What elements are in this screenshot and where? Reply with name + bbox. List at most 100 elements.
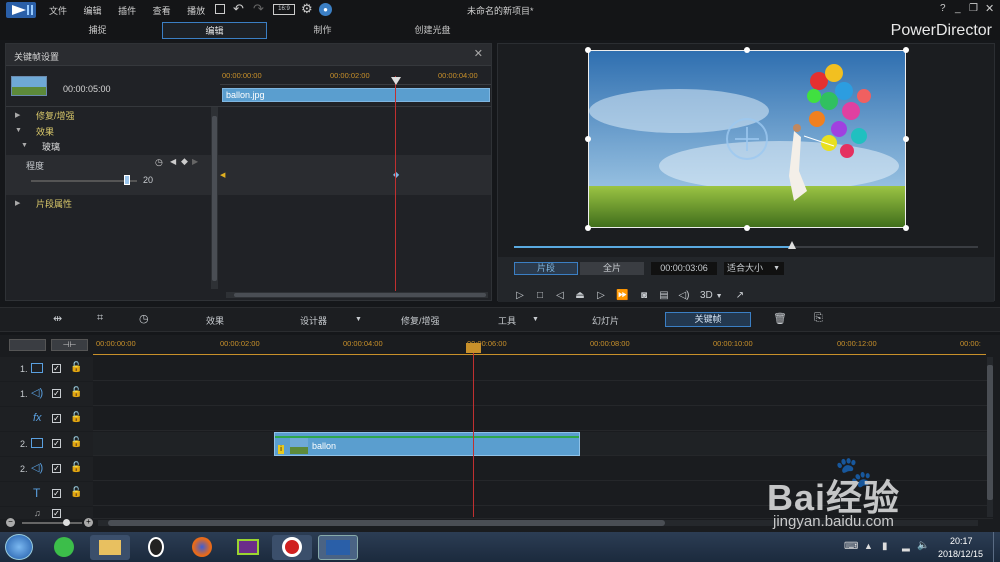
track-enable-checkbox[interactable]: ✓ [52,509,61,518]
settings-gear-icon[interactable]: ⚙ [301,1,313,17]
zoom-out-icon[interactable]: − [6,518,15,527]
3d-toggle[interactable]: 3D ▼ [700,290,723,301]
scrollbar-thumb[interactable] [212,116,217,281]
track-enable-checkbox[interactable]: ✓ [52,414,61,423]
clock-date[interactable]: 2018/12/15 [938,549,983,559]
track-audio-1[interactable]: 1. ◁) ✓ 🔓 [0,382,993,406]
restore-icon[interactable]: ❐ [969,3,978,14]
track-video-1[interactable]: 1. ✓ 🔓 [0,357,993,381]
clip-mode-button[interactable]: 片段 [514,262,578,275]
timeline-view-button[interactable] [9,339,46,351]
fast-forward-icon[interactable]: ⏩ [616,290,628,302]
help-icon[interactable]: ? [940,3,946,14]
track-enable-checkbox[interactable]: ✓ [52,389,61,398]
menu-play[interactable]: 播放 [187,6,205,16]
collapse-arrow-icon[interactable]: ▼ [21,142,28,149]
network-icon[interactable]: ▂ [902,541,910,552]
keyboard-icon[interactable]: ⌨ [844,541,858,552]
expand-arrow-icon[interactable]: ▶ [15,111,20,119]
lock-icon[interactable]: 🔓 [70,412,82,423]
scrollbar-thumb[interactable] [108,520,665,526]
undock-icon[interactable]: ↗ [734,290,746,302]
timeline-playhead[interactable] [473,345,474,517]
degree-slider-handle[interactable] [124,175,131,185]
degree-slider-track[interactable] [31,180,137,182]
export-icon[interactable]: ⎘ [814,312,823,325]
crop-icon[interactable]: ⌗ [97,312,103,325]
show-desktop-button[interactable] [993,532,1000,562]
redo-icon[interactable]: ↷ [253,1,264,17]
tab-capture[interactable]: 捕捉 [55,22,140,39]
resize-handle[interactable] [585,136,591,142]
resize-handle[interactable] [744,225,750,231]
zoom-slider[interactable] [22,522,82,524]
subtitle-icon[interactable]: ▤ [658,290,670,302]
keyframe-marker[interactable]: ◆ [393,170,399,179]
start-button-icon[interactable] [5,534,33,560]
timeline-playhead-handle[interactable] [466,343,481,353]
file-explorer-icon[interactable] [90,535,130,560]
effect-button[interactable]: 效果 [206,314,224,327]
stop-icon[interactable]: □ [534,290,546,302]
close-panel-icon[interactable]: ✕ [474,47,483,60]
keyframe-button[interactable]: 关键帧 [665,312,751,327]
app-logo-icon[interactable] [6,2,36,18]
tab-create-disc[interactable]: 创建光盘 [390,22,475,39]
menu-edit[interactable]: 编辑 [84,6,102,16]
trash-icon[interactable]: 🗑 [773,312,787,325]
tab-produce[interactable]: 制作 [280,22,365,39]
track-video-2[interactable]: 2. ✓ 🔓 ballon i [0,432,993,456]
media-player-icon[interactable] [228,535,268,560]
zoom-in-icon[interactable]: + [84,518,93,527]
timer-icon[interactable]: ◷ [139,312,149,325]
chevron-down-icon[interactable]: ▼ [355,316,362,323]
preview-video-frame[interactable] [588,50,906,228]
browser-360-icon[interactable] [44,535,84,560]
resize-handle[interactable] [903,136,909,142]
tray-arrow-icon[interactable]: ▲ [864,541,873,551]
powerdirector-taskbar-icon[interactable] [318,535,358,560]
row-effect[interactable]: 效果 [36,125,54,138]
menu-view[interactable]: 查看 [153,6,171,16]
preview-progress-handle[interactable] [788,241,797,249]
prev-keyframe-icon[interactable]: ◀ [170,157,176,166]
expand-arrow-icon[interactable]: ▶ [15,199,20,207]
resize-handle[interactable] [585,47,591,53]
account-icon[interactable]: ● [319,3,332,16]
track-enable-checkbox[interactable]: ✓ [52,364,61,373]
clip-bar[interactable]: ballon.jpg [222,88,490,102]
resize-handle[interactable] [585,225,591,231]
menu-file[interactable]: 文件 [49,6,67,16]
tab-edit[interactable]: 编辑 [162,22,267,39]
movie-mode-button[interactable]: 全片 [580,262,644,275]
lock-icon[interactable]: 🔓 [70,362,82,373]
designer-button[interactable]: 设计器 [300,314,327,327]
previous-frame-icon[interactable]: ◁ [554,290,566,302]
recorder-icon[interactable] [272,535,312,560]
save-icon[interactable] [215,4,225,14]
resize-handle[interactable] [744,47,750,53]
reset-icon[interactable]: ◷ [155,157,163,168]
track-enable-checkbox[interactable]: ✓ [52,464,61,473]
row-glass[interactable]: 玻璃 [42,140,60,153]
volume-icon[interactable]: ◁) [678,290,690,302]
timecode-display[interactable]: 00:00:03:06 [651,262,717,275]
lock-icon[interactable]: 🔓 [70,387,82,398]
resize-handle[interactable] [903,47,909,53]
resize-handle[interactable] [903,225,909,231]
lock-icon[interactable]: 🔓 [70,437,82,448]
snapshot-icon[interactable]: ◙ [638,290,650,302]
chevron-down-icon[interactable]: ▼ [532,316,539,323]
volume-tray-icon[interactable]: 🔈 [917,540,929,551]
row-fix-enhance[interactable]: 修复/增强 [36,109,75,122]
fit-size-dropdown[interactable]: 适合大小 ▼ [724,262,784,275]
undo-icon[interactable]: ↶ [233,1,244,17]
close-icon[interactable]: ✕ [985,2,994,15]
scrollbar-thumb[interactable] [234,293,486,297]
minimize-icon[interactable]: _ [955,3,961,14]
keyframe-ruler[interactable]: 00:00:00:00 00:00:02:00 00:00:04:00 [220,67,491,85]
slideshow-button[interactable]: 幻灯片 [592,314,619,327]
next-frame-icon[interactable]: ▷ [595,290,607,302]
lock-icon[interactable]: 🔓 [70,462,82,473]
next-keyframe-icon[interactable]: ▶ [192,157,198,166]
